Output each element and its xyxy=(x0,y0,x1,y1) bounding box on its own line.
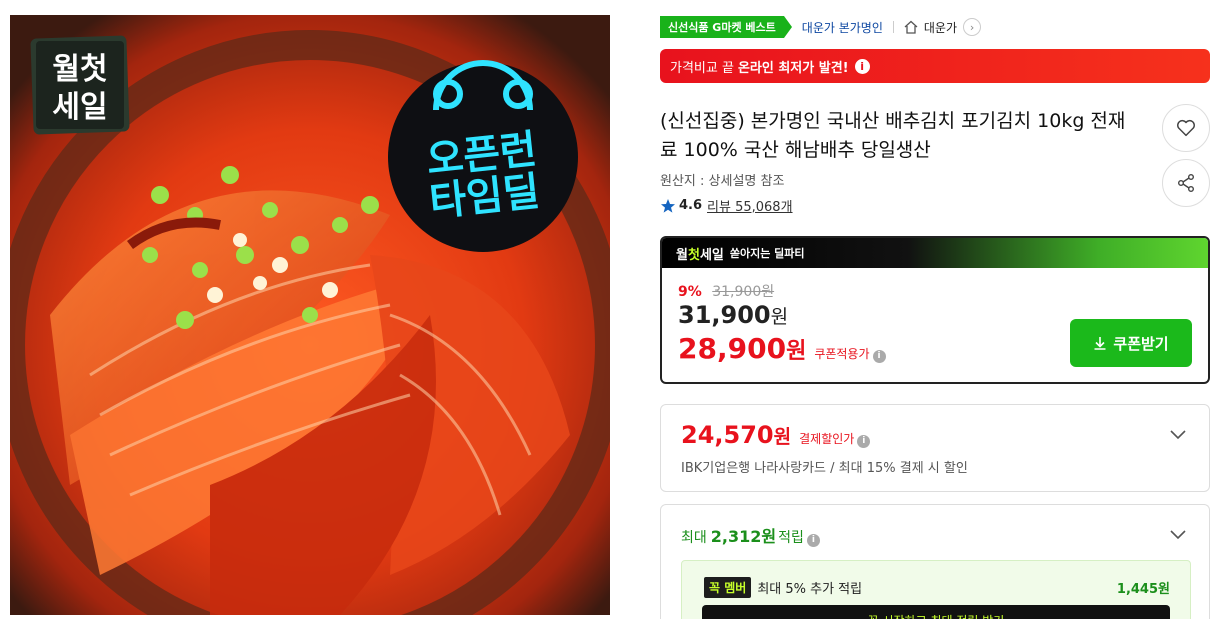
info-icon[interactable]: i xyxy=(854,58,870,74)
origin-text: 원산지 : 상세설명 참조 xyxy=(660,174,785,189)
store-name: 대운가 xyxy=(923,20,958,35)
best-badge[interactable]: 신선식품 G마켓 베스트 xyxy=(660,16,792,38)
card-discount-price: 24,570 원 결제할인가 i xyxy=(681,421,871,449)
compare-prefix: 가격비교 끝 xyxy=(670,60,734,76)
discount-percent: 9% xyxy=(678,284,702,300)
product-page: 월첫 세일 오픈런 타임딜 신선식품 G마켓 베스트 대운가 본가명인 대운가 … xyxy=(0,0,1219,619)
card-discount-label: 결제할인가 xyxy=(799,432,855,446)
coupon-price: 28,900 원 쿠폰적용가 i xyxy=(678,332,886,365)
points-box: 최대 2,312원 적립 i 꼭 멤버 최대 5% 추가 적립 1,445원 꼭… xyxy=(660,504,1210,619)
member-points-text: 최대 5% 추가 적립 xyxy=(757,582,863,597)
info-icon[interactable]: i xyxy=(857,434,871,448)
member-points-amount: 1,445원 xyxy=(1116,582,1170,597)
wolchut-sale-badge: 월첫 세일 xyxy=(28,33,132,137)
card-discount-box[interactable]: 24,570 원 결제할인가 i IBK기업은행 나라사랑카드 / 최대 15%… xyxy=(660,404,1210,492)
share-icon xyxy=(1178,174,1194,192)
chevron-right-icon: › xyxy=(963,18,982,36)
wishlist-button[interactable] xyxy=(1162,104,1210,152)
compare-highlight: 온라인 최저가 발견! xyxy=(737,60,849,76)
member-join-button[interactable]: 꼭 시작하고 최대 적립 받기 xyxy=(702,605,1170,619)
card-discount-desc: IBK기업은행 나라사랑카드 / 최대 15% 결제 시 할인 xyxy=(681,461,968,476)
svg-text:세일: 세일 xyxy=(52,90,107,125)
product-title: (신선집중) 본가명인 국내산 배추김치 포기김치 10kg 전재료 100% … xyxy=(660,110,1126,161)
discount-line: 9% 31,900원 xyxy=(678,281,774,301)
info-icon[interactable]: i xyxy=(806,533,820,547)
price-compare-banner[interactable]: 가격비교 끝 온라인 최저가 발견! i xyxy=(660,49,1210,83)
brand-link[interactable]: 대운가 본가명인 xyxy=(802,19,883,36)
product-image[interactable]: 월첫 세일 오픈런 타임딜 xyxy=(10,15,610,615)
chevron-down-icon[interactable] xyxy=(1169,425,1187,443)
rating-score: 4.6 xyxy=(679,198,703,213)
heart-icon xyxy=(1177,119,1195,137)
get-coupon-button[interactable]: 쿠폰받기 xyxy=(1070,319,1192,367)
review-count-link[interactable]: 리뷰 55,068개 xyxy=(707,196,793,215)
coupon-price-label: 쿠폰적용가 xyxy=(814,347,870,361)
download-icon xyxy=(1094,337,1106,350)
product-info: 신선식품 G마켓 베스트 대운가 본가명인 대운가 › 가격비교 끝 온라인 최… xyxy=(660,15,1210,619)
deal-price-box: 월첫세일 쏟아지는 딜파티 9% 31,900원 31,900원 28,900 … xyxy=(660,236,1210,384)
home-icon xyxy=(904,20,918,34)
breadcrumb-divider xyxy=(892,21,894,33)
deal-brand: 월첫세일 xyxy=(676,247,724,263)
deal-subtitle: 쏟아지는 딜파티 xyxy=(729,247,805,260)
info-icon[interactable]: i xyxy=(872,349,886,363)
get-coupon-label: 쿠폰받기 xyxy=(1113,334,1169,353)
store-link[interactable]: 대운가 › xyxy=(904,18,982,36)
openrun-timedeal-badge: 오픈런 타임딜 xyxy=(386,60,580,254)
chevron-down-icon[interactable] xyxy=(1169,525,1187,543)
share-button[interactable] xyxy=(1162,159,1210,207)
breadcrumb: 신선식품 G마켓 베스트 대운가 본가명인 대운가 › xyxy=(660,15,1210,39)
original-price: 31,900원 xyxy=(712,284,775,300)
member-tag: 꼭 멤버 xyxy=(704,577,752,598)
rating-summary[interactable]: 4.6 리뷰 55,068개 xyxy=(660,196,793,215)
member-points-row: 꼭 멤버 최대 5% 추가 적립 1,445원 xyxy=(704,577,1170,598)
deal-header: 월첫세일 쏟아지는 딜파티 xyxy=(662,238,1208,268)
star-icon xyxy=(661,198,675,213)
member-points-box: 꼭 멤버 최대 5% 추가 적립 1,445원 꼭 시작하고 최대 적립 받기 xyxy=(681,560,1191,619)
max-points: 최대 2,312원 적립 i xyxy=(681,523,820,547)
svg-text:월첫: 월첫 xyxy=(52,52,107,87)
sale-price: 31,900원 xyxy=(678,301,789,329)
